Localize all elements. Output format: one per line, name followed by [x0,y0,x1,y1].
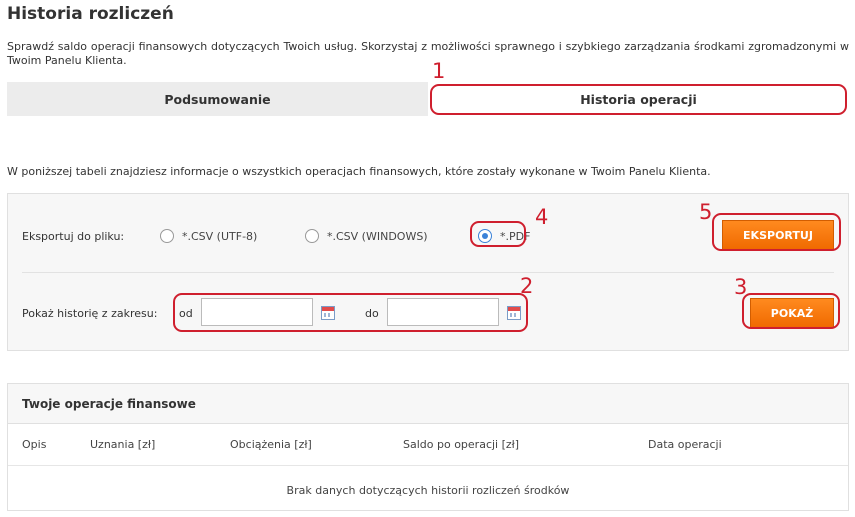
panel-divider [22,272,834,273]
tab-summary[interactable]: Podsumowanie [7,82,428,116]
operations-panel: Twoje operacje finansowe Opis Uznania [z… [7,383,849,511]
radio-pdf-label[interactable]: *.PDF [500,230,530,243]
show-button[interactable]: POKAŻ [750,298,834,328]
column-balance: Saldo po operacji [zł] [403,438,520,451]
page-title: Historia rozliczeń [7,4,174,24]
annotation-number: 2 [520,274,534,298]
column-description: Opis [22,438,47,451]
annotation-number: 3 [734,275,748,299]
annotation-number: 4 [535,205,549,229]
calendar-icon[interactable] [321,306,335,320]
calendar-icon[interactable] [507,306,521,320]
to-label: do [365,307,379,320]
column-credits: Uznania [zł] [90,438,156,451]
column-debits: Obciążenia [zł] [230,438,312,451]
table-description: W poniższej tabeli znajdziesz informacje… [7,165,711,178]
date-to-input[interactable] [387,298,499,326]
radio-csv-windows[interactable] [305,229,319,243]
radio-csv-utf8-label[interactable]: *.CSV (UTF-8) [182,230,257,243]
table-divider [8,465,848,466]
radio-csv-utf8[interactable] [160,229,174,243]
intro-text: Sprawdź saldo operacji finansowych dotyc… [7,40,849,67]
annotation-number: 5 [699,200,713,224]
tab-history[interactable]: Historia operacji [428,82,849,116]
radio-pdf[interactable] [478,229,492,243]
tab-bar: Podsumowanie Historia operacji [7,82,849,116]
operations-title: Twoje operacje finansowe [8,384,848,424]
radio-csv-windows-label[interactable]: *.CSV (WINDOWS) [327,230,428,243]
range-label: Pokaż historię z zakresu: [22,307,158,320]
export-label: Eksportuj do pliku: [22,230,125,243]
annotation-number: 1 [432,59,446,83]
empty-message: Brak danych dotyczących historii rozlicz… [286,484,570,497]
export-panel: Eksportuj do pliku: *.CSV (UTF-8) *.CSV … [7,193,849,351]
column-date: Data operacji [648,438,722,451]
from-label: od [179,307,193,320]
export-button[interactable]: EKSPORTUJ [722,220,834,250]
date-from-input[interactable] [201,298,313,326]
